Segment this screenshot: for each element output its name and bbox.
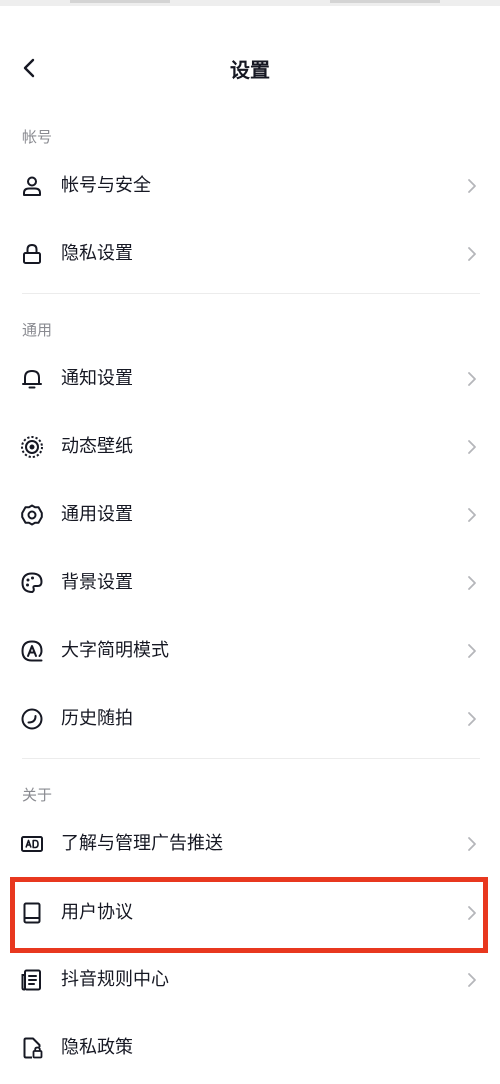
ad-icon xyxy=(20,832,44,856)
menu-item-label: 用户协议 xyxy=(61,902,133,923)
menu-item-privacy-policy[interactable]: 隐私政策 xyxy=(0,1014,500,1082)
chevron-right-icon xyxy=(462,970,482,990)
lock-icon xyxy=(20,242,44,266)
menu-item-live-wallpaper[interactable]: 动态壁纸 xyxy=(0,413,500,481)
chevron-right-icon xyxy=(462,505,482,525)
menu-item-background-settings[interactable]: 背景设置 xyxy=(0,549,500,617)
history-snap-icon xyxy=(20,707,44,731)
section-header-account: 帐号 xyxy=(22,128,53,146)
chevron-right-icon xyxy=(462,834,482,854)
menu-item-label: 通用设置 xyxy=(61,504,133,525)
rules-document-icon xyxy=(20,968,44,992)
live-wallpaper-icon xyxy=(20,435,44,459)
user-icon xyxy=(20,174,44,198)
chevron-right-icon xyxy=(462,369,482,389)
privacy-policy-icon xyxy=(20,1036,44,1060)
menu-item-general-settings[interactable]: 通用设置 xyxy=(0,481,500,549)
section-header-general: 通用 xyxy=(22,321,53,339)
menu-item-rules-center[interactable]: 抖音规则中心 xyxy=(0,946,500,1014)
menu-item-label: 大字简明模式 xyxy=(61,640,169,661)
page-title: 设置 xyxy=(230,58,270,82)
nav-bar: 设置 xyxy=(0,36,500,100)
book-icon xyxy=(20,901,44,925)
menu-item-label: 通知设置 xyxy=(61,368,133,389)
status-strip-segment xyxy=(70,0,170,3)
menu-item-label: 了解与管理广告推送 xyxy=(61,833,223,854)
chevron-right-icon xyxy=(462,903,482,923)
section-header-about: 关于 xyxy=(22,786,53,804)
bell-icon xyxy=(20,367,44,391)
large-text-icon xyxy=(20,639,44,663)
menu-item-label: 帐号与安全 xyxy=(61,175,151,196)
chevron-right-icon xyxy=(462,641,482,661)
palette-icon xyxy=(20,571,44,595)
section-divider xyxy=(22,293,480,294)
section-divider xyxy=(22,758,480,759)
gear-icon xyxy=(20,503,44,527)
menu-item-ad-management[interactable]: 了解与管理广告推送 xyxy=(0,810,500,878)
menu-item-label: 抖音规则中心 xyxy=(61,969,169,990)
menu-item-notification-settings[interactable]: 通知设置 xyxy=(0,345,500,413)
menu-item-privacy-settings[interactable]: 隐私设置 xyxy=(0,220,500,288)
menu-item-label: 动态壁纸 xyxy=(61,436,133,457)
chevron-right-icon xyxy=(462,437,482,457)
chevron-right-icon xyxy=(462,573,482,593)
menu-item-history-snaps[interactable]: 历史随拍 xyxy=(0,685,500,753)
menu-item-label: 历史随拍 xyxy=(61,708,133,729)
menu-item-account-security[interactable]: 帐号与安全 xyxy=(0,152,500,220)
chevron-right-icon xyxy=(462,709,482,729)
menu-item-user-agreement[interactable]: 用户协议 xyxy=(0,879,500,947)
status-strip-segment xyxy=(330,0,440,3)
menu-item-label: 隐私政策 xyxy=(61,1037,133,1058)
status-strip xyxy=(0,0,500,6)
menu-item-label: 背景设置 xyxy=(61,572,133,593)
menu-item-large-text-mode[interactable]: 大字简明模式 xyxy=(0,617,500,685)
menu-item-label: 隐私设置 xyxy=(61,243,133,264)
chevron-right-icon xyxy=(462,244,482,264)
chevron-right-icon xyxy=(462,176,482,196)
